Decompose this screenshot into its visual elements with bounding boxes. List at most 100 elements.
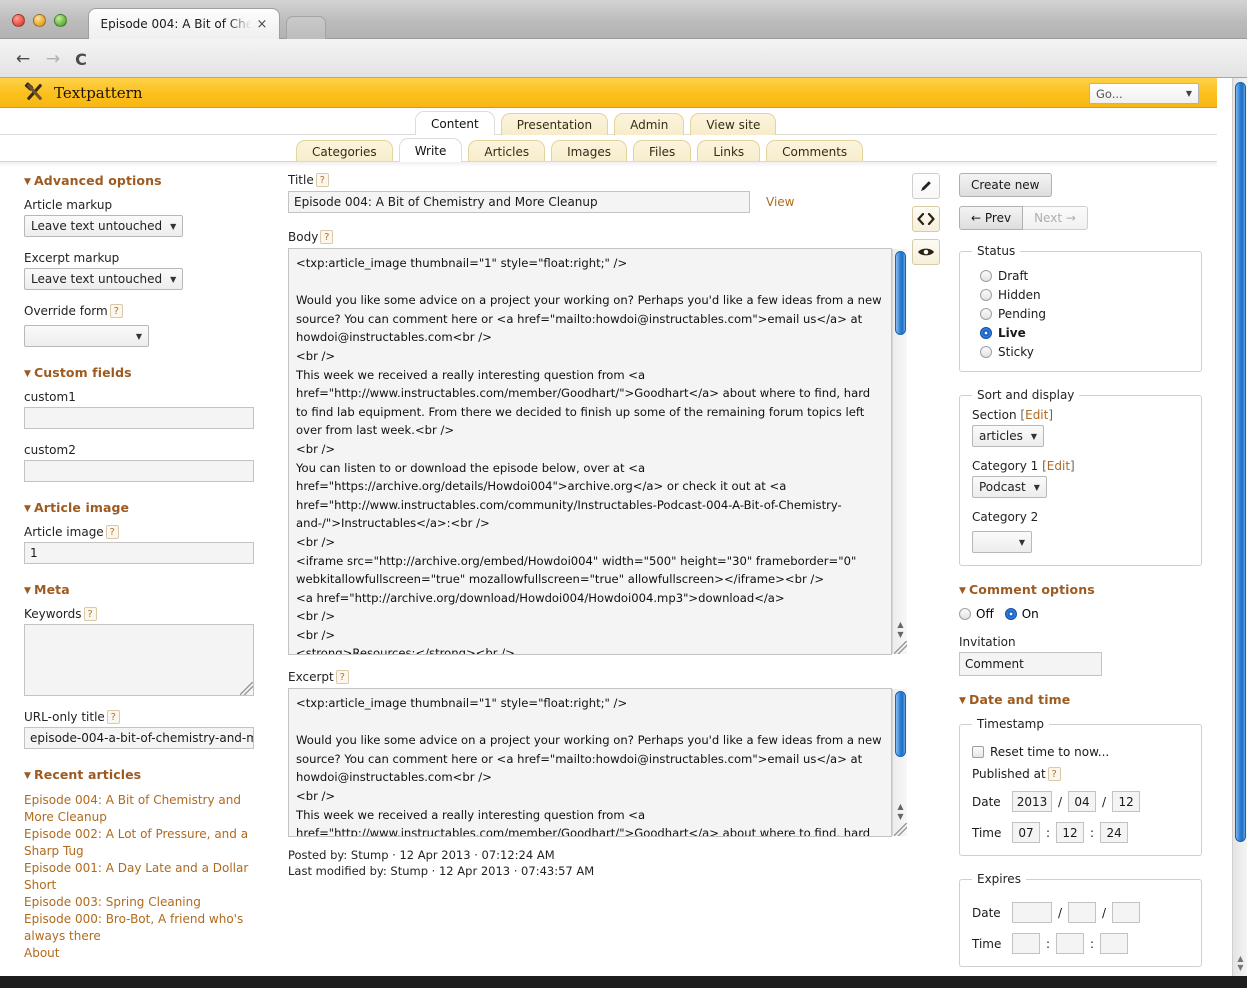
expires-minute-input[interactable] <box>1056 933 1085 954</box>
publish-hour-input[interactable]: 07 <box>1012 822 1040 843</box>
body-scrollbar-thumb[interactable] <box>895 251 906 335</box>
minimize-window-button[interactable] <box>33 14 46 27</box>
tab-images[interactable]: Images <box>551 140 627 162</box>
new-tab-button[interactable] <box>286 16 326 39</box>
reload-icon[interactable]: C <box>70 48 92 70</box>
radio-icon-selected[interactable] <box>980 327 992 339</box>
list-item[interactable]: Episode 003: Spring Cleaning <box>24 894 254 911</box>
status-option-pending[interactable]: Pending <box>980 307 1189 321</box>
resize-grip-icon[interactable] <box>894 641 907 654</box>
scroll-arrows-icon[interactable]: ▲ ▼ <box>895 802 906 822</box>
section-comment-options-header[interactable]: ▼ Comment options <box>959 582 1202 597</box>
list-item[interactable]: About <box>24 945 254 962</box>
list-item[interactable]: Episode 000: Bro-Bot, A friend who's alw… <box>24 911 254 945</box>
list-item[interactable]: Episode 004: A Bit of Chemistry and More… <box>24 792 254 826</box>
maximize-window-button[interactable] <box>54 14 67 27</box>
override-form-select[interactable]: ▼ <box>24 325 149 347</box>
expires-second-input[interactable] <box>1100 933 1129 954</box>
article-markup-select[interactable]: Leave text untouched ▼ <box>24 215 184 237</box>
custom2-input[interactable] <box>24 460 254 482</box>
page-scrollbar[interactable]: ▲ ▼ <box>1232 78 1247 976</box>
help-icon[interactable]: ? <box>315 173 329 187</box>
code-icon[interactable] <box>912 206 940 232</box>
pencil-icon[interactable] <box>912 173 940 199</box>
excerpt-scrollbar-thumb[interactable] <box>895 691 906 757</box>
section-recent-articles-header[interactable]: ▼ Recent articles <box>24 767 254 782</box>
status-option-live[interactable]: Live <box>980 326 1189 340</box>
close-window-button[interactable] <box>12 14 25 27</box>
section-advanced-options-header[interactable]: ▼ Advanced options <box>24 173 254 188</box>
scroll-arrows-icon[interactable]: ▲ ▼ <box>895 620 906 640</box>
expires-hour-input[interactable] <box>1012 933 1040 954</box>
excerpt-textarea[interactable]: <txp:article_image thumbnail="1" style="… <box>288 688 892 837</box>
title-input[interactable]: Episode 004: A Bit of Chemistry and More… <box>288 191 750 213</box>
expires-year-input[interactable] <box>1012 902 1052 923</box>
resize-grip-icon[interactable] <box>894 823 907 836</box>
resize-grip-icon[interactable] <box>240 682 253 695</box>
article-image-input[interactable]: 1 <box>24 542 254 564</box>
forward-icon[interactable]: → <box>42 48 64 70</box>
section-meta-header[interactable]: ▼ Meta <box>24 582 254 597</box>
custom1-input[interactable] <box>24 407 254 429</box>
prev-button[interactable]: ← Prev <box>959 206 1024 230</box>
help-icon[interactable]: ? <box>106 710 120 724</box>
body-scrollbar[interactable]: ▲ ▼ <box>892 249 907 654</box>
publish-minute-input[interactable]: 12 <box>1056 822 1085 843</box>
category1-edit-link[interactable]: Edit <box>1047 459 1070 473</box>
reset-time-row[interactable]: Reset time to now... <box>972 745 1189 759</box>
view-article-link[interactable]: View <box>766 195 794 209</box>
tab-content[interactable]: Content <box>415 111 495 135</box>
section-select[interactable]: articles ▼ <box>972 425 1045 447</box>
tab-admin[interactable]: Admin <box>614 113 685 135</box>
status-option-sticky[interactable]: Sticky <box>980 345 1189 359</box>
eye-icon[interactable] <box>912 239 940 265</box>
tab-presentation[interactable]: Presentation <box>500 113 609 135</box>
radio-icon[interactable] <box>980 308 992 320</box>
page-scrollbar-thumb[interactable] <box>1235 82 1246 842</box>
help-icon[interactable]: ? <box>335 670 349 684</box>
url-title-input[interactable]: episode-004-a-bit-of-chemistry-and-m <box>24 727 254 749</box>
checkbox-icon[interactable] <box>972 746 984 758</box>
create-new-button[interactable]: Create new <box>959 173 1052 197</box>
radio-icon-selected[interactable] <box>1004 608 1017 620</box>
section-edit-link[interactable]: Edit <box>1025 408 1048 422</box>
status-option-draft[interactable]: Draft <box>980 269 1189 283</box>
publish-day-input[interactable]: 12 <box>1112 791 1141 812</box>
body-textarea[interactable]: <txp:article_image thumbnail="1" style="… <box>288 248 892 655</box>
close-icon[interactable]: × <box>257 17 268 32</box>
section-date-time-header[interactable]: ▼ Date and time <box>959 692 1202 707</box>
help-icon[interactable]: ? <box>1047 767 1061 781</box>
expires-day-input[interactable] <box>1112 902 1141 923</box>
browser-tab[interactable]: Episode 004: A Bit of Chem × <box>88 8 280 39</box>
section-custom-fields-header[interactable]: ▼ Custom fields <box>24 365 254 380</box>
radio-icon[interactable] <box>980 346 992 358</box>
help-icon[interactable]: ? <box>105 525 119 539</box>
help-icon[interactable]: ? <box>109 304 123 318</box>
help-icon[interactable]: ? <box>320 230 334 244</box>
section-article-image-header[interactable]: ▼ Article image <box>24 500 254 515</box>
excerpt-markup-select[interactable]: Leave text untouched ▼ <box>24 268 184 290</box>
publish-month-input[interactable]: 04 <box>1068 791 1097 812</box>
invitation-input[interactable]: Comment <box>959 652 1102 676</box>
publish-year-input[interactable]: 2013 <box>1012 791 1052 812</box>
list-item[interactable]: Episode 002: A Lot of Pressure, and a Sh… <box>24 826 254 860</box>
list-item[interactable]: Episode 001: A Day Late and a Dollar Sho… <box>24 860 254 894</box>
tab-categories[interactable]: Categories <box>296 140 393 162</box>
status-option-hidden[interactable]: Hidden <box>980 288 1189 302</box>
tab-comments[interactable]: Comments <box>766 140 864 162</box>
tab-links[interactable]: Links <box>697 140 761 162</box>
category2-select[interactable]: ▼ <box>972 531 1032 553</box>
expires-month-input[interactable] <box>1068 902 1097 923</box>
tab-articles[interactable]: Articles <box>468 140 546 162</box>
tab-view-site[interactable]: View site <box>690 113 777 135</box>
go-dropdown[interactable]: Go... ▼ <box>1089 83 1199 104</box>
back-icon[interactable]: ← <box>12 48 34 70</box>
radio-icon[interactable] <box>959 608 971 620</box>
keywords-textarea[interactable] <box>24 624 254 696</box>
tab-write[interactable]: Write <box>398 138 463 162</box>
radio-icon[interactable] <box>980 289 992 301</box>
scroll-arrows-icon[interactable]: ▲ ▼ <box>1235 954 1246 972</box>
category1-select[interactable]: Podcast ▼ <box>972 476 1047 498</box>
tab-files[interactable]: Files <box>632 140 692 162</box>
help-icon[interactable]: ? <box>83 607 97 621</box>
